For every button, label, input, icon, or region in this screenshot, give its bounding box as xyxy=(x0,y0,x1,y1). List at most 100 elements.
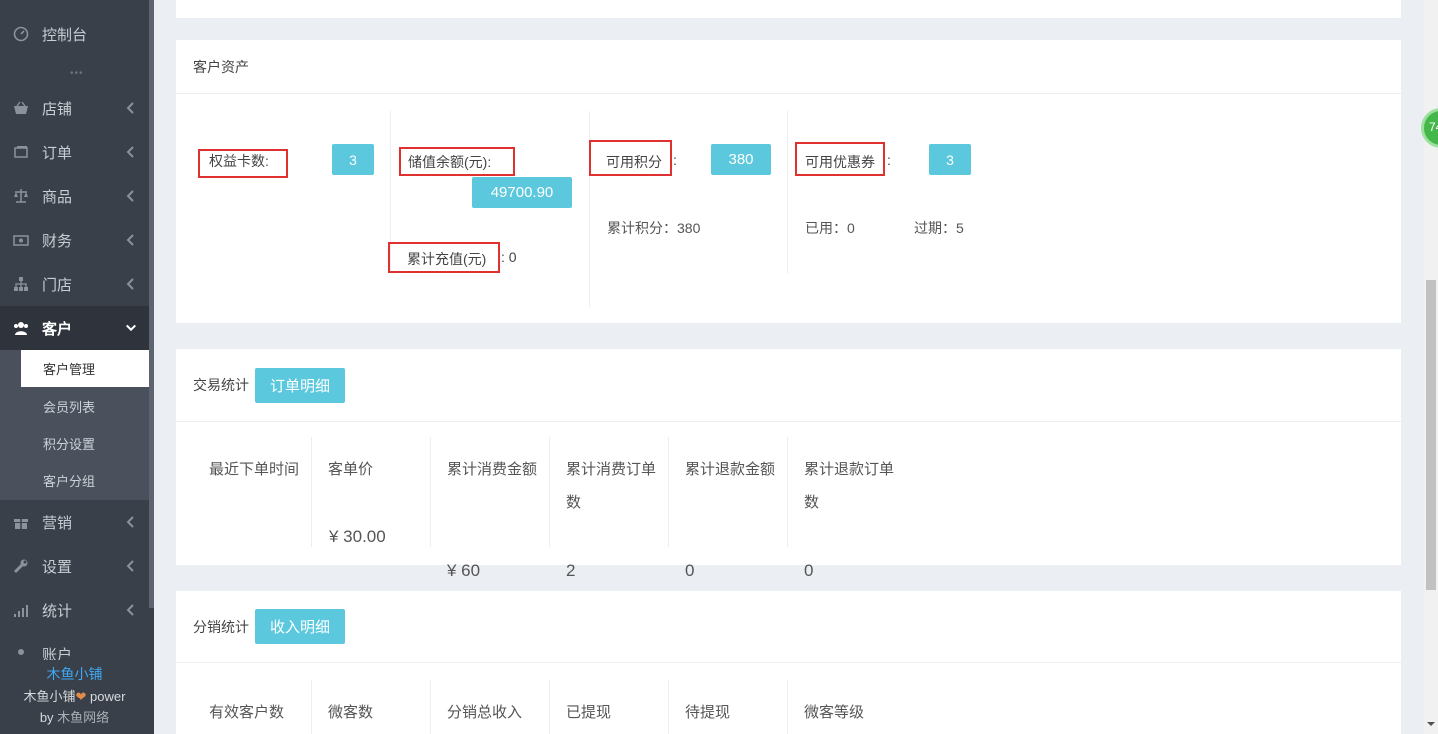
stat-label: 有效客户数 xyxy=(209,704,285,721)
divider-dots: ••• xyxy=(70,68,84,79)
sidebar: 控制台 ••• 店铺 订单 商品 财务 门店 客户 客户管理 会员列表 积分设置… xyxy=(0,0,154,734)
footer-brand[interactable]: 木鱼小铺 xyxy=(0,664,149,684)
submenu-points-settings[interactable]: 积分设置 xyxy=(21,425,149,462)
footer-power: 木鱼小铺❤ power xyxy=(0,686,149,705)
nav-marketing[interactable]: 营销 xyxy=(0,500,149,544)
nav-dashboard-label: 控制台 xyxy=(42,26,88,44)
dist-col-micro-customers: 微客数 xyxy=(311,696,430,729)
stat-value-total-orders: 2 xyxy=(566,561,576,580)
stat-col-last-order: 最近下单时间 xyxy=(192,453,311,486)
scroll-down-arrow-icon[interactable] xyxy=(1427,720,1435,728)
footer-power-text: power xyxy=(86,689,126,704)
coupon-used: 已用：0 xyxy=(805,220,855,236)
nav-settings[interactable]: 设置 xyxy=(0,544,149,588)
nav-stores-label: 门店 xyxy=(42,276,73,294)
nav-shop[interactable]: 店铺 xyxy=(0,86,149,130)
coupon-badge: 3 xyxy=(929,144,971,175)
chevron-down-icon xyxy=(125,324,137,332)
stat-label: 微客等级 xyxy=(804,704,865,721)
footer-company[interactable]: 木鱼网络 xyxy=(57,710,109,725)
wrench-icon xyxy=(12,557,30,575)
recharge-value: : 0 xyxy=(501,249,517,265)
chevron-left-icon xyxy=(126,234,134,246)
stat-value-avg-price: ¥ 30.00 xyxy=(329,527,386,546)
sidebar-scrollbar[interactable] xyxy=(149,0,154,608)
signal-icon xyxy=(12,601,30,619)
chevron-left-icon xyxy=(126,102,134,114)
points-badge: 380 xyxy=(711,144,771,175)
dist-col-withdrawn: 已提现 xyxy=(549,696,668,729)
assets-panel-header: 客户资产 xyxy=(176,40,1401,94)
stat-label: 最近下单时间 xyxy=(209,461,300,478)
stat-value-refund-amount: 0 xyxy=(685,561,695,580)
balance-badge: 49700.90 xyxy=(472,177,572,208)
stat-label: 待提现 xyxy=(685,704,731,721)
footer-by: by 木鱼网络 xyxy=(0,707,149,726)
dist-col-level: 微客等级 xyxy=(787,696,906,729)
nav-dashboard[interactable]: 控制台 xyxy=(0,12,149,56)
sitemap-icon xyxy=(12,275,30,293)
nav-products[interactable]: 商品 xyxy=(0,174,149,218)
separator xyxy=(787,111,788,274)
chevron-left-icon xyxy=(126,560,134,572)
recharge-label: 累计充值(元) xyxy=(407,251,487,267)
dist-col-pending: 待提现 xyxy=(668,696,787,729)
dist-col-valid-customers: 有效客户数 xyxy=(192,696,311,729)
nav-products-label: 商品 xyxy=(42,188,73,206)
card-count-badge: 3 xyxy=(332,144,374,175)
chevron-left-icon xyxy=(126,278,134,290)
scrollbar-thumb[interactable] xyxy=(1426,280,1436,590)
stat-label: 累计退款金额 xyxy=(685,461,776,478)
stat-label: 已提现 xyxy=(566,704,612,721)
stat-col-total-orders: 累计消费订单数 xyxy=(549,453,668,519)
stat-col-refund-orders: 累计退款订单数 xyxy=(787,453,906,519)
distribution-stats-panel: 分销统计 收入明细 有效客户数 微客数 分销总收入 已提现 待提现 微客等级 xyxy=(176,591,1401,734)
stat-value-refund-orders: 0 xyxy=(804,561,814,580)
nav-shop-label: 店铺 xyxy=(42,100,73,118)
stat-label: 客单价 xyxy=(328,461,374,478)
stat-col-refund-amount: 累计退款金额 xyxy=(668,453,787,486)
nav-customers[interactable]: 客户 xyxy=(0,306,149,350)
shop-basket-icon xyxy=(12,99,30,117)
top-panel-remnant xyxy=(176,0,1401,18)
footer-by-text: by xyxy=(39,710,54,725)
nav-customers-label: 客户 xyxy=(42,320,73,338)
coupon-expired: 过期：5 xyxy=(914,220,964,236)
card-count-label: 权益卡数: xyxy=(209,153,269,169)
nav-marketing-label: 营销 xyxy=(42,514,73,532)
distribution-panel-header: 分销统计 收入明细 xyxy=(176,591,1401,663)
dist-col-total-income: 分销总收入 xyxy=(430,696,549,729)
chevron-left-icon xyxy=(126,516,134,528)
dashboard-icon xyxy=(12,25,30,43)
nav-stores[interactable]: 门店 xyxy=(0,262,149,306)
sidebar-footer: 木鱼小铺 木鱼小铺❤ power by 木鱼网络 xyxy=(0,660,149,734)
order-details-button[interactable]: 订单明细 xyxy=(255,367,345,403)
gift-icon xyxy=(12,513,30,531)
submenu-member-list[interactable]: 会员列表 xyxy=(21,388,149,425)
stat-label: 微客数 xyxy=(328,704,374,721)
stat-col-avg-price: 客单价 xyxy=(311,453,430,486)
assets-title: 客户资产 xyxy=(193,58,249,75)
points-colon: : xyxy=(673,152,677,168)
chevron-left-icon xyxy=(126,604,134,616)
distribution-title: 分销统计 xyxy=(193,618,249,635)
coupon-label: 可用优惠券 xyxy=(805,154,875,170)
points-total: 累计积分：380 xyxy=(607,220,701,236)
users-icon xyxy=(12,319,30,337)
money-icon xyxy=(12,231,30,249)
chevron-left-icon xyxy=(126,190,134,202)
submenu-customer-management[interactable]: 客户管理 xyxy=(21,350,152,387)
income-details-button[interactable]: 收入明细 xyxy=(255,609,345,644)
submenu-customer-groups[interactable]: 客户分组 xyxy=(21,462,149,499)
nav-finance[interactable]: 财务 xyxy=(0,218,149,262)
heart-icon: ❤ xyxy=(75,689,87,704)
trade-stats-panel: 交易统计 订单明细 最近下单时间 客单价 ¥ 30.00 累计消费金额 累计消费… xyxy=(176,349,1401,565)
trade-title: 交易统计 xyxy=(193,377,249,393)
nav-statistics[interactable]: 统计 xyxy=(0,588,149,632)
nav-statistics-label: 统计 xyxy=(42,602,73,620)
coupon-colon: : xyxy=(887,152,891,168)
chevron-left-icon xyxy=(126,146,134,158)
points-label: 可用积分 xyxy=(606,154,662,170)
nav-orders[interactable]: 订单 xyxy=(0,130,149,174)
stat-label: 累计消费金额 xyxy=(447,461,538,478)
